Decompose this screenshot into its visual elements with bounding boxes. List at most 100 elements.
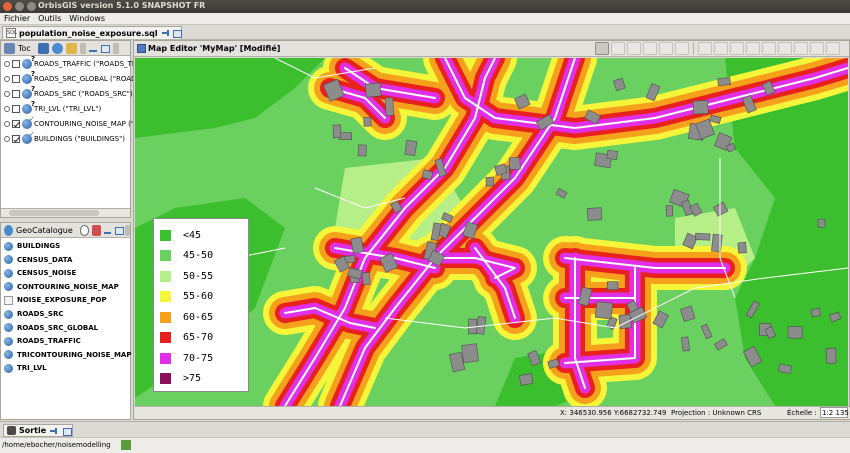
minimize-panel-icon[interactable]	[88, 50, 97, 52]
add-data-icon[interactable]	[92, 224, 102, 236]
map-editor-window: Map Editor 'MyMap' [Modifié] <45 45-50 5…	[133, 40, 850, 420]
legend-entry: 65-70	[160, 330, 213, 346]
toc-layer-row[interactable]: ROADS_TRAFFIC ("ROADS_TR	[4, 55, 137, 71]
edit-tools-icon[interactable]	[794, 42, 808, 55]
geocatalogue-item[interactable]: CENSUS_NOISE	[4, 266, 76, 280]
toc-layer-row[interactable]: ROADS_SRC ("ROADS_SRC")	[4, 85, 133, 101]
window-close-button[interactable]	[3, 2, 12, 11]
geocatalogue-header: GeoCatalogue	[1, 223, 130, 238]
measure-icon[interactable]	[746, 42, 760, 55]
geocatalogue-item[interactable]: CONTOURING_NOISE_MAP	[4, 280, 119, 294]
map-export-icon[interactable]	[730, 42, 744, 55]
tree-expand-icon[interactable]	[4, 76, 10, 82]
tree-expand-icon[interactable]	[4, 136, 10, 142]
save-icon[interactable]	[37, 42, 49, 54]
status-footer: /home/ebocher/noisemodelling	[0, 437, 850, 453]
tree-expand-icon[interactable]	[4, 91, 10, 97]
building-footprint	[485, 176, 495, 187]
tree-expand-icon[interactable]	[4, 61, 10, 67]
layer-label: ROADS_SRC ("ROADS_SRC")	[34, 90, 133, 98]
spatial-table-icon	[4, 309, 13, 319]
geocatalogue-item[interactable]: ROADS_TRAFFIC	[4, 334, 81, 348]
layer-visibility-checkbox[interactable]	[12, 135, 20, 143]
spatial-table-icon	[4, 282, 13, 292]
panel-menu-icon[interactable]	[125, 224, 130, 236]
spatial-table-icon	[4, 268, 13, 278]
float-window-icon[interactable]	[172, 28, 182, 38]
geocatalogue-item[interactable]: ROADS_SRC	[4, 307, 64, 321]
menu-outils[interactable]: Outils	[34, 13, 65, 24]
workspace-icon[interactable]	[121, 440, 131, 450]
building-footprint	[665, 205, 674, 217]
building-footprint	[384, 97, 395, 117]
float-panel-icon[interactable]	[100, 43, 110, 53]
dropdown-arrow-icon[interactable]	[79, 42, 86, 54]
toc-layer-row[interactable]: BUILDINGS ("BUILDINGS")	[4, 130, 125, 146]
float-window-icon[interactable]	[62, 426, 73, 436]
building-footprint	[586, 207, 603, 221]
zoom-out-icon[interactable]	[611, 42, 625, 55]
map-editor-header: Map Editor 'MyMap' [Modifié]	[134, 41, 849, 57]
toc-icon	[4, 42, 15, 54]
zoom-in-icon[interactable]	[595, 42, 609, 55]
minimize-panel-icon[interactable]	[104, 232, 111, 234]
tree-expand-icon[interactable]	[4, 106, 10, 112]
layer-visibility-checkbox[interactable]	[12, 105, 20, 113]
building-footprint	[363, 116, 372, 127]
tab-sortie-label: Sortie	[18, 426, 47, 435]
layer-visibility-checkbox[interactable]	[12, 60, 20, 68]
panel-menu-icon[interactable]	[112, 42, 119, 54]
window-title: OrbisGIS version 5.1.0 SNAPSHOT FR	[38, 1, 206, 10]
window-minimize-button[interactable]	[15, 2, 24, 11]
select-features-icon[interactable]	[698, 42, 712, 55]
pin-icon[interactable]	[49, 426, 59, 436]
pointer-icon[interactable]	[675, 42, 689, 55]
layer-globe-icon	[22, 130, 35, 144]
draw-tools-icon[interactable]	[778, 42, 792, 55]
menu-fichier[interactable]: Fichier	[0, 13, 34, 24]
info-tool-icon[interactable]	[714, 42, 728, 55]
building-footprint	[810, 307, 822, 318]
tab-sql-document-label: population_noise_exposure.sql	[19, 28, 158, 38]
geocatalogue-item[interactable]: ROADS_SRC_GLOBAL	[4, 321, 98, 335]
globe-icon[interactable]	[51, 42, 63, 54]
pin-icon[interactable]	[161, 28, 170, 38]
float-panel-icon[interactable]	[826, 42, 840, 55]
toc-layer-row[interactable]: TRI_LVL ("TRI_LVL")	[4, 100, 101, 116]
geocatalogue-item[interactable]: CENSUS_DATA	[4, 253, 72, 267]
pan-hand-icon[interactable]	[643, 42, 657, 55]
layer-visibility-checkbox[interactable]	[12, 120, 20, 128]
building-footprint	[618, 313, 632, 330]
toc-layer-row[interactable]: ROADS_SRC_GLOBAL ("ROAD	[4, 70, 136, 86]
window-maximize-button[interactable]	[27, 2, 36, 11]
menu-windows[interactable]: Windows	[65, 13, 109, 24]
spatial-table-icon	[4, 363, 13, 373]
toc-horizontal-scrollbar[interactable]	[1, 208, 130, 217]
tree-expand-icon[interactable]	[4, 121, 10, 127]
tab-sql-document[interactable]: SQL population_noise_exposure.sql	[2, 26, 182, 39]
geocatalogue-item[interactable]: TRICONTOURING_NOISE_MAP	[4, 348, 131, 362]
search-icon[interactable]	[79, 224, 90, 236]
map-canvas[interactable]: <45 45-50 50-55 55-60 60-65 65-70 70-75 >75	[135, 58, 848, 406]
full-extent-icon[interactable]	[627, 42, 641, 55]
toolbar-separator	[693, 42, 694, 55]
layer-visibility-checkbox[interactable]	[12, 90, 20, 98]
folder-icon[interactable]	[65, 42, 77, 54]
document-tab-strip: SQL population_noise_exposure.sql	[0, 25, 850, 40]
float-panel-icon[interactable]	[114, 225, 125, 235]
building-footprint	[594, 301, 614, 320]
stop-icon[interactable]	[659, 42, 673, 55]
minimize-panel-icon[interactable]	[810, 42, 824, 55]
chart-icon[interactable]	[762, 42, 776, 55]
toc-layer-row[interactable]: CONTOURING_NOISE_MAP ("C	[4, 115, 139, 131]
toc-panel: Toc ROADS_TRAFFIC ("ROADS_TR ROADS_SRC_GL…	[0, 40, 139, 218]
scale-input[interactable]: 1:2 135	[820, 407, 849, 418]
building-footprint	[361, 271, 371, 286]
geocatalogue-item[interactable]: NOISE_EXPOSURE_POP	[4, 293, 107, 307]
geocatalogue-item[interactable]: TRI_LVL	[4, 361, 47, 375]
layer-visibility-checkbox[interactable]	[12, 75, 20, 83]
legend-label: 65-70	[183, 332, 214, 343]
geocatalogue-item[interactable]: BUILDINGS	[4, 239, 60, 253]
scrollbar-thumb[interactable]	[9, 210, 99, 216]
tab-sortie[interactable]: Sortie	[3, 424, 73, 437]
